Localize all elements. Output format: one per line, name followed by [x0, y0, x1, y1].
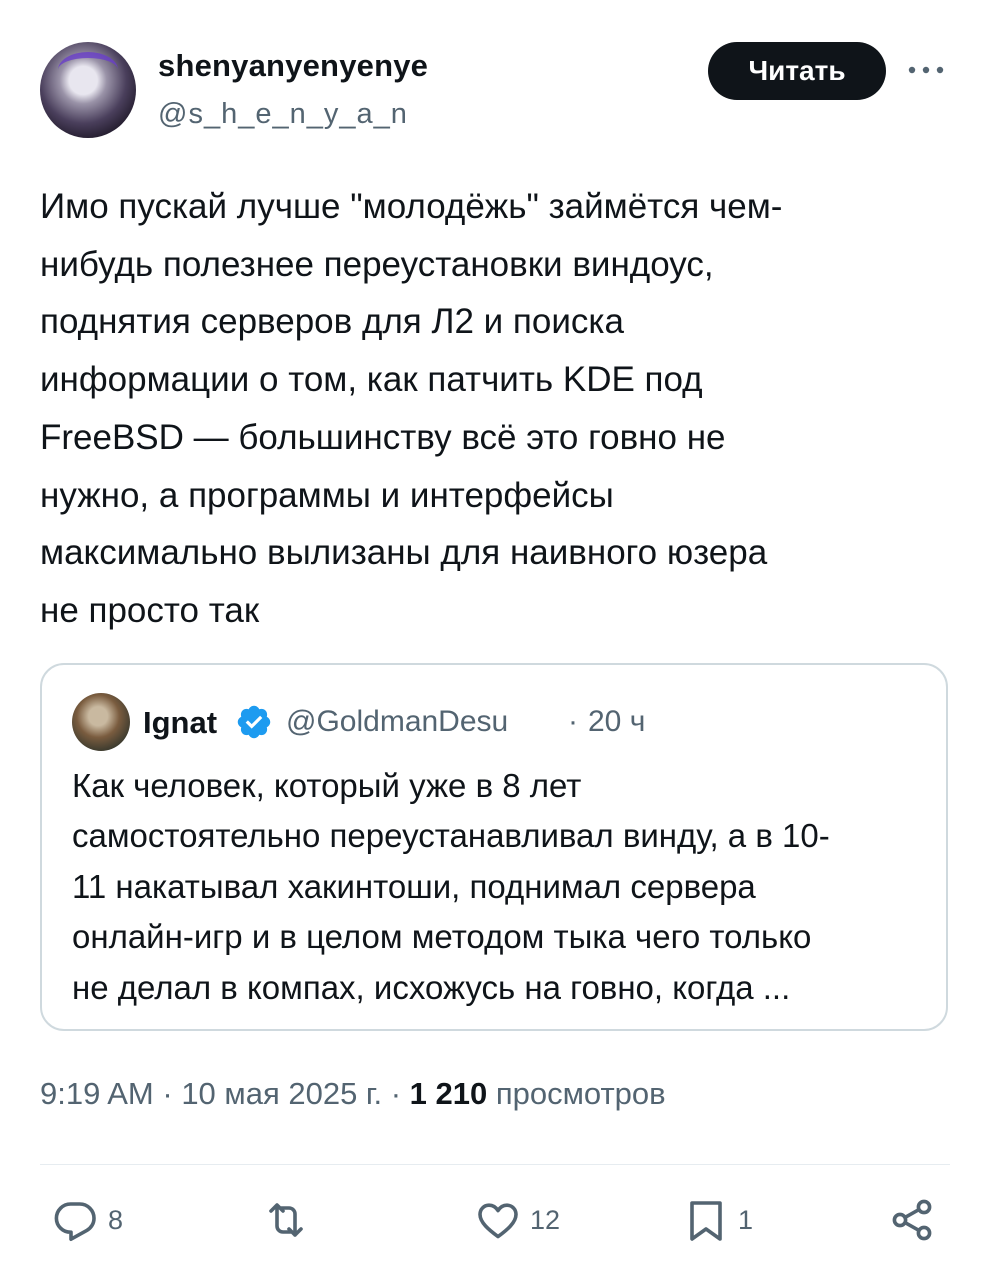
repost-icon — [269, 1203, 303, 1237]
bookmark-icon — [690, 1201, 722, 1241]
meta-separator: · — [153, 1076, 182, 1111]
like-count: 12 — [530, 1204, 561, 1235]
author-display-name[interactable]: shenyanyenyenye — [158, 48, 428, 84]
heart-icon — [478, 1203, 518, 1239]
bookmark-button[interactable]: 1 — [682, 1192, 753, 1248]
follow-button[interactable]: Читать — [708, 42, 886, 100]
quoted-tweet-text: Как человек, который уже в 8 лет самосто… — [72, 767, 830, 1006]
tweet-text: Имо пускай лучше "молодёжь" займётся чем… — [40, 187, 783, 630]
share-icon — [892, 1199, 932, 1241]
quoted-author-handle: @GoldmanDesu — [286, 705, 509, 738]
bookmark-count: 1 — [738, 1204, 754, 1235]
tweet-time[interactable]: 9:19 AM — [40, 1076, 154, 1111]
reply-count: 8 — [108, 1204, 124, 1235]
quoted-separator: · — [568, 705, 578, 738]
repost-button[interactable] — [262, 1192, 310, 1248]
reply-button[interactable]: 8 — [52, 1192, 123, 1248]
tweet-meta: 9:19 AM · 10 мая 2025 г. · 1 210 просмот… — [40, 1076, 666, 1112]
views-count[interactable]: 1 210 — [410, 1076, 488, 1111]
reply-icon — [54, 1202, 96, 1241]
views-label: просмотров — [487, 1076, 666, 1111]
author-handle[interactable]: @s_h_e_n_y_a_n — [158, 98, 408, 131]
quoted-author-name: Ignat — [143, 705, 218, 740]
quoted-timestamp: 20 ч — [588, 705, 646, 738]
quoted-tweet-card[interactable]: Ignat @GoldmanDesu · 20 ч Как человек, к… — [40, 663, 948, 1031]
more-options-icon[interactable] — [906, 60, 946, 80]
share-button[interactable] — [888, 1192, 936, 1248]
divider — [40, 1164, 950, 1165]
like-button[interactable]: 12 — [474, 1192, 560, 1248]
tweet-date[interactable]: 10 мая 2025 г. — [181, 1076, 382, 1111]
quoted-author-avatar — [72, 693, 130, 751]
meta-separator: · — [382, 1076, 410, 1111]
verified-badge-icon — [237, 705, 271, 739]
author-avatar[interactable] — [40, 42, 136, 138]
